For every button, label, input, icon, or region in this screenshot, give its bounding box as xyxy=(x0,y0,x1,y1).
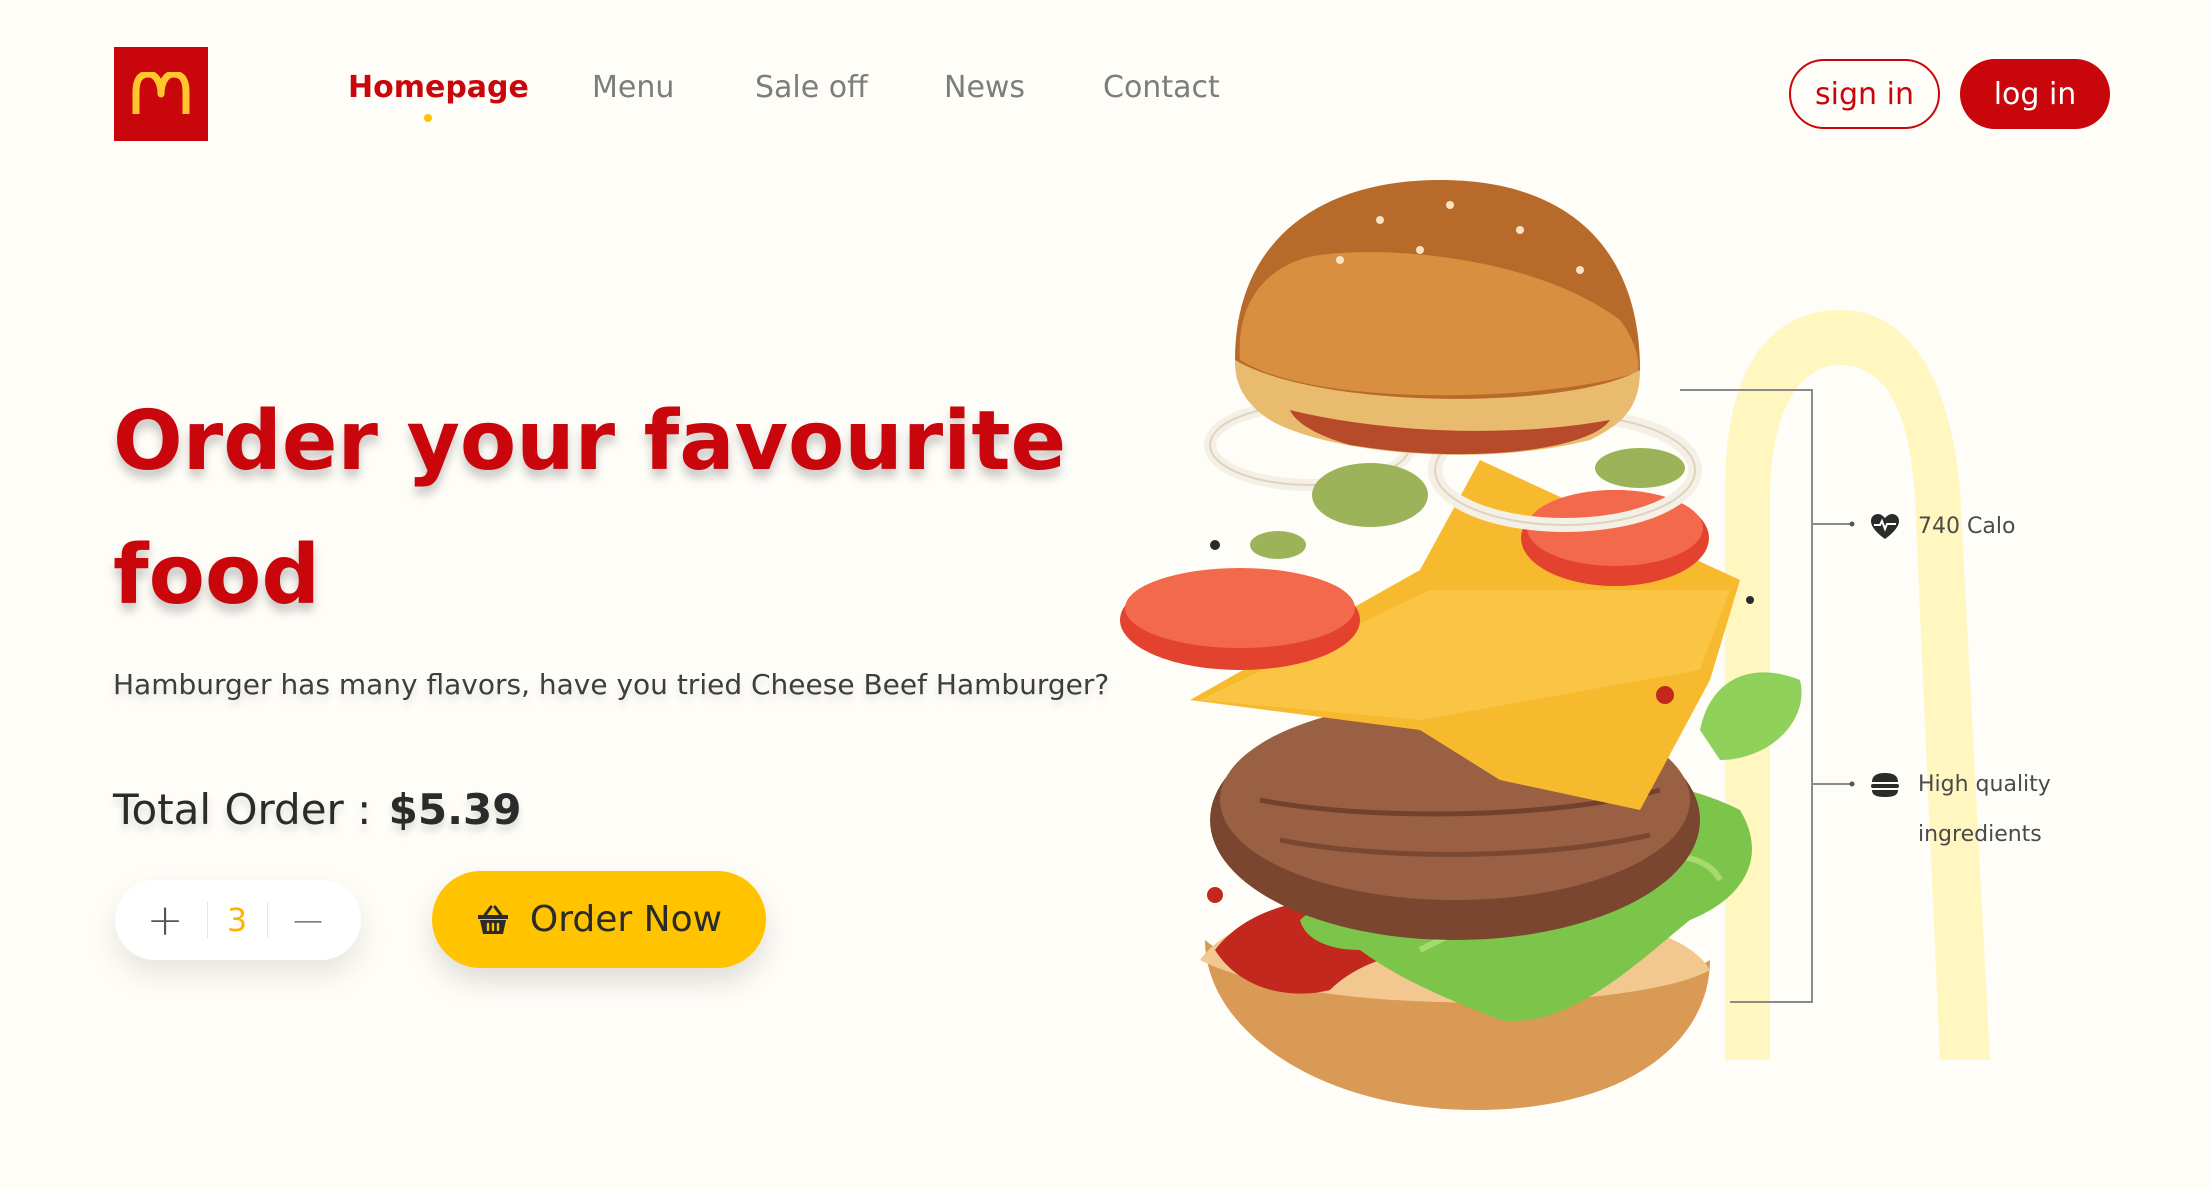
total-label: Total Order : xyxy=(113,785,372,834)
quality-label: High quality ingredients xyxy=(1918,760,2051,860)
sign-in-button[interactable]: sign in xyxy=(1789,59,1940,129)
nav-active-indicator xyxy=(424,114,432,122)
nav-homepage[interactable]: Homepage xyxy=(348,70,529,105)
log-in-button[interactable]: log in xyxy=(1960,59,2110,129)
quantity-stepper: + 3 — xyxy=(115,880,361,960)
order-now-button[interactable]: Order Now xyxy=(432,871,766,968)
calorie-info: 740 Calo xyxy=(1870,502,2015,552)
quality-info: High quality ingredients xyxy=(1870,760,2051,860)
total-price: $5.39 xyxy=(388,785,522,834)
hero-title-line2: food xyxy=(113,528,321,623)
heart-pulse-icon xyxy=(1870,502,1904,552)
calorie-label: 740 Calo xyxy=(1918,514,2016,539)
total-order: Total Order : $5.39 xyxy=(113,785,522,834)
basket-icon xyxy=(477,905,508,934)
nav-contact[interactable]: Contact xyxy=(1103,70,1220,105)
golden-arches-icon xyxy=(132,72,190,114)
pickle-slice xyxy=(1312,463,1428,527)
callout-dot xyxy=(1849,781,1855,787)
pickle-slice-right xyxy=(1595,448,1685,488)
nav-menu[interactable]: Menu xyxy=(592,70,674,105)
quantity-value[interactable]: 3 xyxy=(207,880,267,960)
hero-illustration xyxy=(1120,180,1990,1110)
nav-sale-off[interactable]: Sale off xyxy=(755,70,868,105)
increment-button[interactable]: + xyxy=(125,880,205,960)
hero-subtitle: Hamburger has many flavors, have you tri… xyxy=(113,668,1110,701)
quality-line2: ingredients xyxy=(1918,822,2042,847)
nav-news[interactable]: News xyxy=(944,70,1025,105)
decrement-button[interactable]: — xyxy=(268,880,348,960)
page: Homepage Menu Sale off News Contact sign… xyxy=(0,0,2211,1189)
burger-icon xyxy=(1870,760,1904,810)
pickle-slice-small xyxy=(1250,531,1306,559)
order-now-label: Order Now xyxy=(529,899,723,940)
callout-dot xyxy=(1849,521,1855,527)
hero-title: Order your favourite food xyxy=(113,375,1073,643)
tomato-slice-left-top xyxy=(1125,568,1355,648)
quality-line1: High quality xyxy=(1918,772,2051,797)
hero-title-line1: Order your favourite xyxy=(113,394,1067,489)
brand-logo[interactable] xyxy=(114,47,208,141)
